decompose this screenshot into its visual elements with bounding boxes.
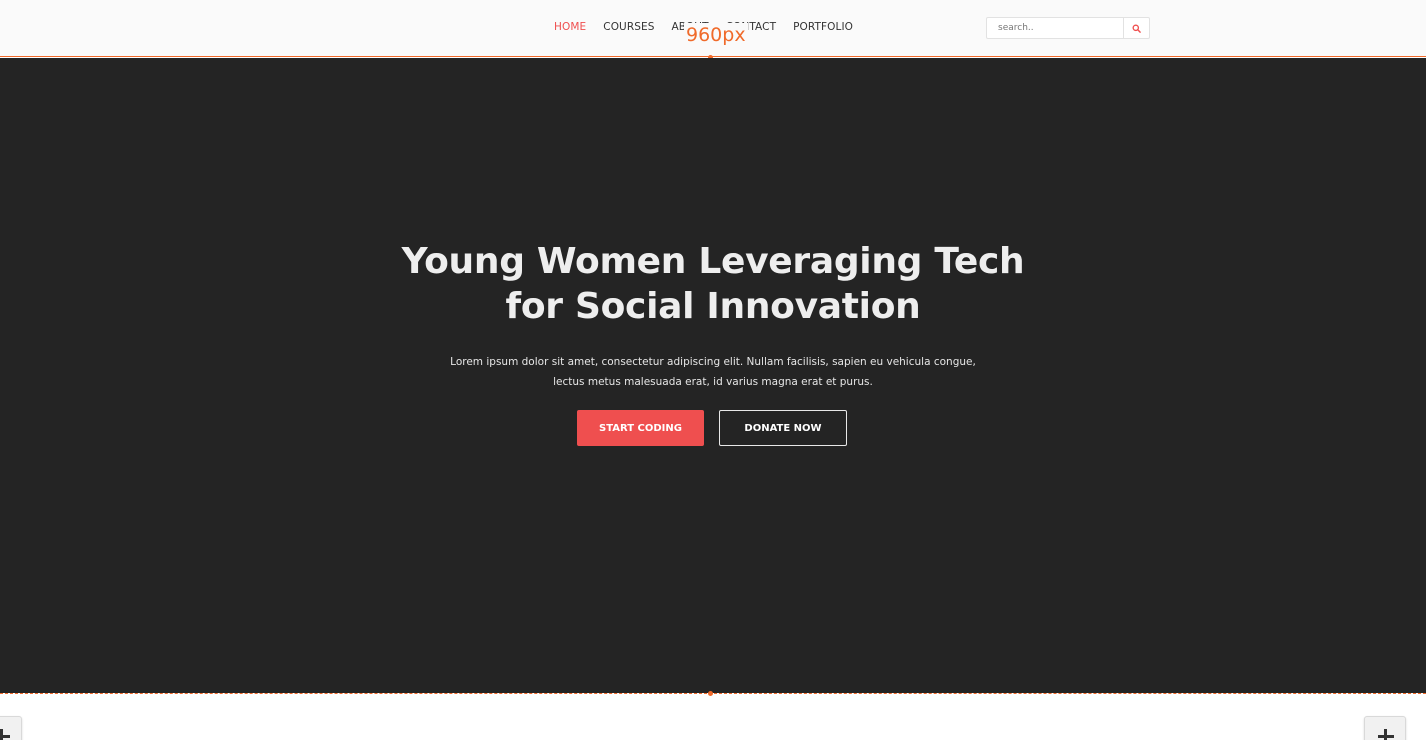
hero-title-line-1: Young Women Leveraging Tech (401, 241, 1025, 282)
page: HOME COURSES ABOUT CONTACT PORTFOLIO 960… (0, 0, 1426, 740)
hero-title-line-2: for Social Innovation (505, 286, 921, 327)
hero-description-line-2: lectus metus malesuada erat, id varius m… (553, 376, 873, 388)
search-input[interactable] (987, 18, 1123, 38)
hero-title: Young Women Leveraging Tech for Social I… (0, 239, 1426, 329)
search-button[interactable] (1123, 18, 1149, 38)
add-section-button-right[interactable] (1364, 716, 1406, 740)
nav-item-portfolio[interactable]: PORTFOLIO (793, 20, 853, 34)
breakpoint-width-label: 960px (684, 23, 748, 47)
hero-section: Young Women Leveraging Tech for Social I… (0, 58, 1426, 693)
search-box (986, 17, 1150, 39)
section-boundary-guide (0, 693, 1426, 694)
hero-description-line-1: Lorem ipsum dolor sit amet, consectetur … (450, 356, 976, 368)
start-coding-button[interactable]: START CODING (577, 410, 704, 446)
add-section-button-left[interactable] (0, 716, 22, 740)
search-icon (1132, 23, 1141, 33)
hero-description: Lorem ipsum dolor sit amet, consectetur … (0, 352, 1426, 392)
donate-now-button[interactable]: DONATE NOW (719, 410, 847, 446)
nav-item-home[interactable]: HOME (554, 20, 586, 34)
guide-marker-bottom (708, 691, 713, 696)
nav-item-courses[interactable]: COURSES (603, 20, 654, 34)
navbar: HOME COURSES ABOUT CONTACT PORTFOLIO 960… (0, 0, 1426, 57)
